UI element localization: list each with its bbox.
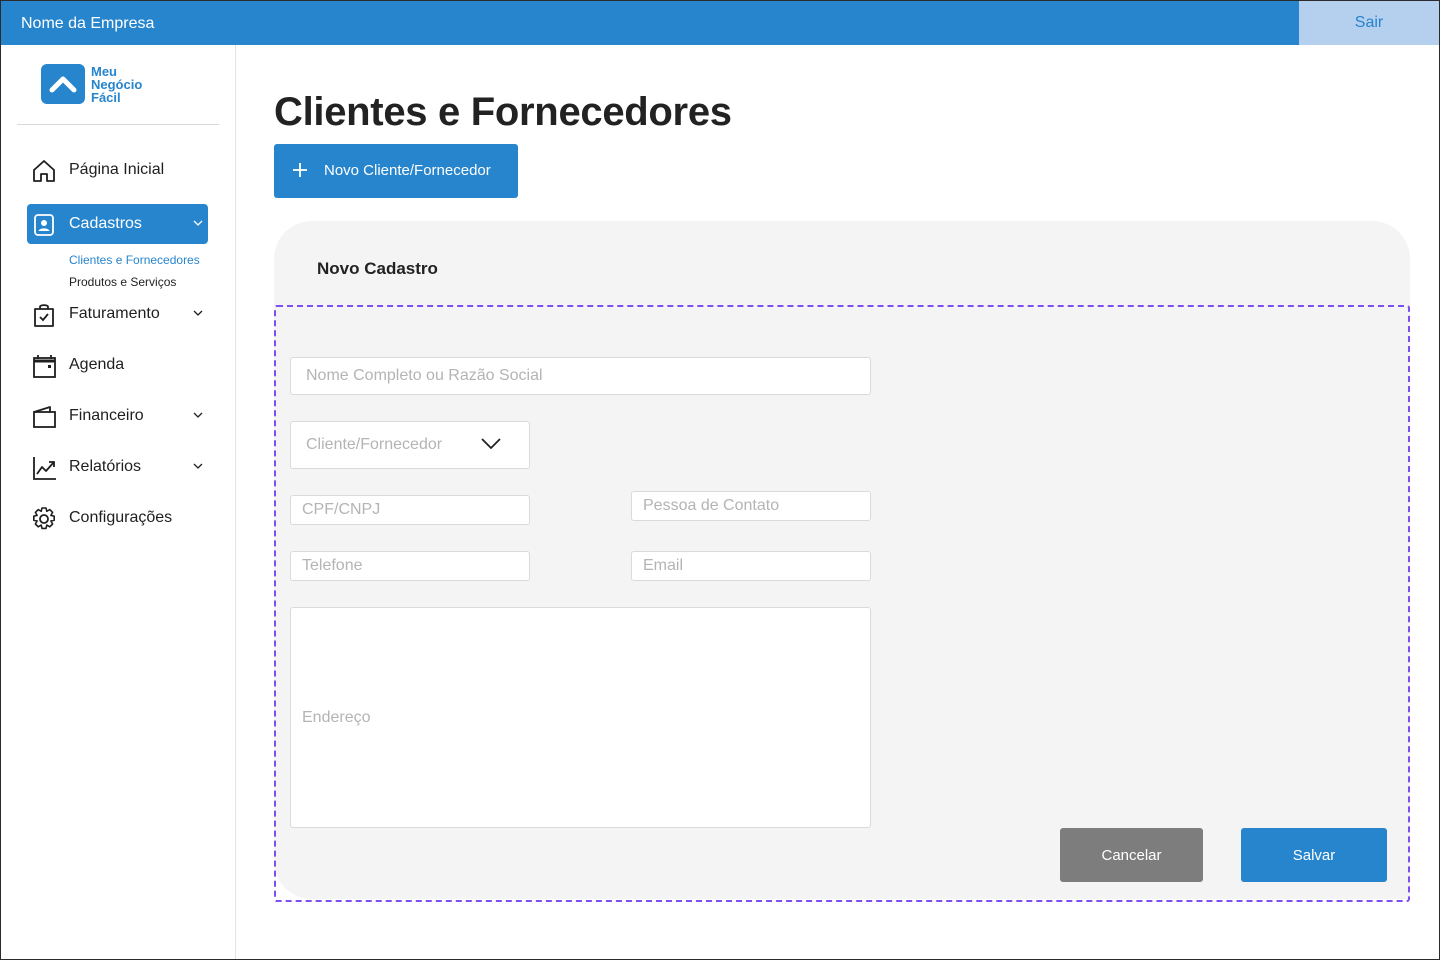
- cpf-cnpj-input[interactable]: CPF/CNPJ: [290, 495, 530, 525]
- sidebar-subitem-clientes-fornecedores[interactable]: Clientes e Fornecedores: [69, 253, 200, 267]
- plus-icon: [293, 163, 307, 177]
- new-button-label: Novo Cliente/Fornecedor: [324, 162, 491, 179]
- new-client-supplier-button[interactable]: Novo Cliente/Fornecedor: [274, 144, 518, 198]
- logo-chevron-up-icon: [41, 64, 85, 104]
- shopping-bag-check-icon: [34, 304, 54, 327]
- type-select[interactable]: Cliente/Fornecedor: [290, 421, 530, 469]
- company-name: Nome da Empresa: [21, 15, 155, 32]
- top-bar: Nome da Empresa Sair: [1, 1, 1439, 45]
- brand-logo[interactable]: Meu Negócio Fácil: [41, 64, 142, 104]
- contact-card-icon: [34, 214, 54, 236]
- sidebar-item-relatorios[interactable]: Relatórios: [27, 447, 208, 487]
- sidebar-item-label: Cadastros: [69, 215, 142, 232]
- chevron-down-icon: [193, 412, 203, 418]
- sidebar-item-configuracoes[interactable]: Configurações: [27, 498, 208, 538]
- save-button[interactable]: Salvar: [1241, 828, 1387, 882]
- contact-person-input[interactable]: Pessoa de Contato: [631, 491, 871, 521]
- trend-chart-icon: [33, 457, 56, 480]
- gear-icon: [33, 507, 55, 530]
- sidebar-item-cadastros[interactable]: Cadastros: [27, 204, 208, 244]
- chevron-down-icon: [193, 220, 203, 226]
- calendar-icon: [33, 355, 56, 378]
- sidebar-item-financeiro[interactable]: Financeiro: [27, 396, 208, 436]
- sidebar-item-label: Financeiro: [69, 407, 144, 424]
- page-title: Clientes e Fornecedores: [274, 90, 732, 134]
- sidebar-item-label: Agenda: [69, 356, 125, 373]
- type-select-value: Cliente/Fornecedor: [306, 436, 443, 453]
- logout-button[interactable]: Sair: [1299, 1, 1439, 45]
- chevron-down-icon: [193, 310, 203, 316]
- address-textarea[interactable]: Endereço: [290, 607, 871, 828]
- sidebar-item-label: Relatórios: [69, 458, 142, 475]
- logo-line-3: Fácil: [91, 90, 121, 105]
- logo-text: Meu Negócio Fácil: [91, 64, 142, 104]
- home-icon: [33, 160, 55, 182]
- sidebar: Meu Negócio Fácil Página Inicial Cadastr…: [1, 45, 236, 959]
- sidebar-item-faturamento[interactable]: Faturamento: [27, 294, 208, 334]
- phone-input[interactable]: Telefone: [290, 551, 530, 581]
- sidebar-subitem-produtos-servicos[interactable]: Produtos e Serviços: [69, 275, 176, 289]
- sidebar-item-agenda[interactable]: Agenda: [27, 345, 208, 385]
- name-input[interactable]: Nome Completo ou Razão Social: [290, 357, 871, 395]
- sidebar-item-label: Página Inicial: [69, 161, 165, 178]
- email-input[interactable]: Email: [631, 551, 871, 581]
- cancel-button[interactable]: Cancelar: [1060, 828, 1203, 882]
- sidebar-item-home[interactable]: Página Inicial: [27, 150, 208, 190]
- sidebar-item-label: Configurações: [69, 509, 173, 526]
- chevron-down-icon: [481, 438, 501, 450]
- chevron-down-icon: [193, 463, 203, 469]
- sidebar-item-label: Faturamento: [69, 305, 160, 322]
- sidebar-divider: [17, 124, 219, 125]
- wallet-icon: [33, 406, 56, 428]
- form-title: Novo Cadastro: [317, 259, 438, 278]
